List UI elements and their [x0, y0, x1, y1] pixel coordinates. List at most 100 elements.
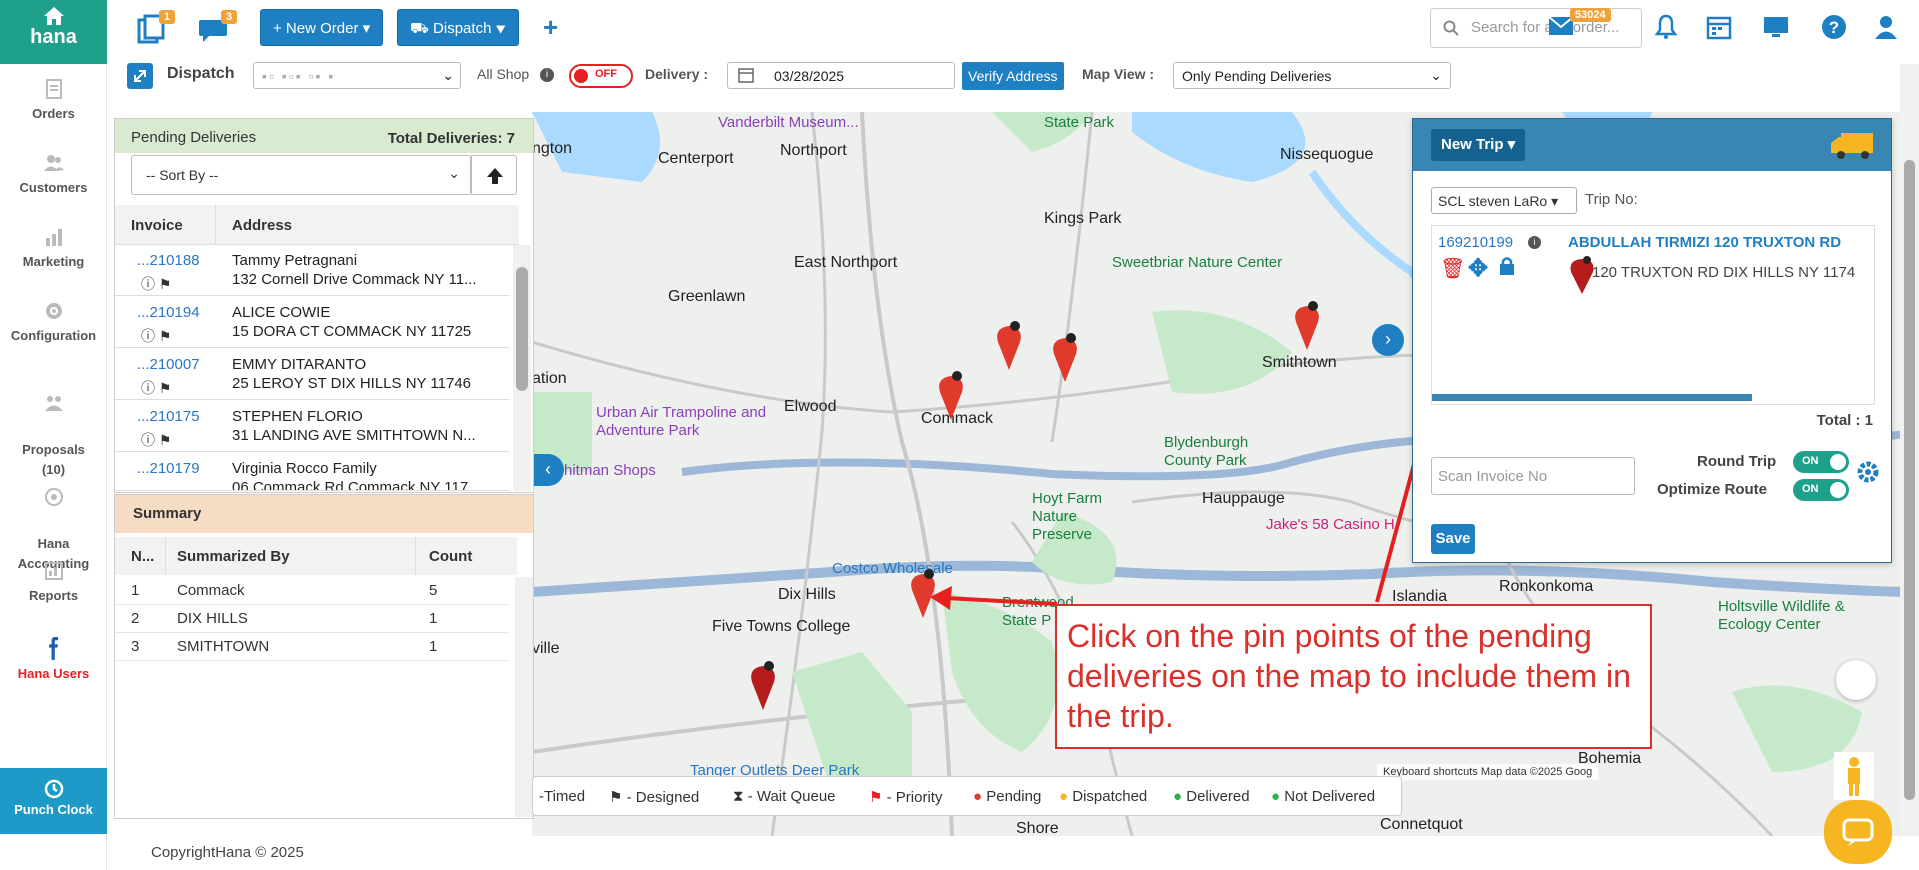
- table-scrollbar[interactable]: [513, 245, 531, 491]
- legend-designed-label: - Designed: [626, 789, 700, 806]
- sidebar-item-label: Configuration: [10, 328, 97, 343]
- map-view-select[interactable]: Only Pending Deliveries ⌄: [1173, 62, 1451, 89]
- col-invoice: Invoice: [131, 217, 183, 234]
- shop-select[interactable]: ▪▫ ▪▫▪ ▫▪ ▪ ⌄: [253, 62, 461, 89]
- lock-icon[interactable]: [1498, 256, 1516, 276]
- summary-scrollbar[interactable]: [515, 577, 533, 817]
- summary-count: 1: [429, 638, 438, 655]
- scrollbar-thumb[interactable]: [516, 267, 528, 391]
- info-icon[interactable]: i: [1528, 236, 1541, 249]
- save-button[interactable]: Save: [1431, 524, 1475, 554]
- sidebar-item-hana-users[interactable]: Hana Users: [0, 632, 107, 681]
- table-row[interactable]: ...210194 ⓘ ⚑ ALICE COWIE 15 DORA CT COM…: [115, 297, 509, 348]
- legend-delivered-label: Delivered: [1186, 788, 1250, 805]
- punch-clock-button[interactable]: Punch Clock: [0, 768, 107, 834]
- new-order-button[interactable]: + New Order ▾: [260, 9, 384, 46]
- col-count: Count: [429, 548, 473, 565]
- all-shop-label: All Shop: [477, 66, 530, 82]
- sidebar-item-proposals[interactable]: Proposals (10): [0, 372, 107, 480]
- column-divider: [415, 537, 416, 575]
- legend-priority-label: - Priority: [886, 789, 943, 806]
- round-trip-toggle[interactable]: ON: [1793, 451, 1849, 473]
- expand-button[interactable]: [127, 63, 153, 89]
- messages-button[interactable]: 3: [197, 10, 238, 47]
- driver-select[interactable]: SCL steven LaRo ▾: [1431, 187, 1577, 214]
- customers-icon: [43, 155, 64, 171]
- invoice-link[interactable]: ...210175: [137, 408, 200, 425]
- mail-button[interactable]: 53024: [1548, 8, 1611, 39]
- orders-stack-button[interactable]: 1: [137, 10, 176, 47]
- table-row[interactable]: ...210175 ⓘ ⚑ STEPHEN FLORIO 31 LANDING …: [115, 401, 509, 452]
- verify-address-button[interactable]: Verify Address: [962, 62, 1064, 90]
- sort-by-select[interactable]: -- Sort By -- ⌄: [131, 155, 471, 195]
- street-view-button[interactable]: [1834, 752, 1874, 800]
- table-header: Invoice Address: [115, 205, 519, 245]
- optimize-route-toggle[interactable]: ON: [1793, 479, 1849, 501]
- col-address: Address: [232, 217, 293, 234]
- flag-icon: ⚑: [869, 789, 883, 806]
- new-trip-button[interactable]: New Trip ▾: [1431, 129, 1526, 161]
- pin-icon: ●: [1059, 788, 1069, 805]
- user-icon[interactable]: [1873, 14, 1899, 40]
- calendar-icon[interactable]: [1706, 14, 1732, 40]
- bell-icon[interactable]: [1653, 14, 1679, 40]
- invoice-link[interactable]: ...210194: [137, 304, 200, 321]
- collapse-trip-button[interactable]: ›: [1372, 324, 1404, 356]
- sidebar-item-configuration[interactable]: Configuration: [0, 300, 107, 343]
- hana-logo[interactable]: hana: [0, 0, 107, 64]
- invoice-link[interactable]: ...210188: [137, 252, 200, 269]
- clock-icon: [44, 779, 63, 799]
- sidebar-item-label: Hana Users: [17, 666, 90, 681]
- trip-no-label: Trip No:: [1585, 191, 1638, 208]
- chat-widget-button[interactable]: [1824, 800, 1892, 864]
- sidebar-item-label: Marketing: [22, 254, 85, 269]
- all-shop-toggle[interactable]: OFF: [569, 64, 633, 88]
- sidebar-item-reports[interactable]: Reports: [0, 560, 107, 603]
- dispatch-button[interactable]: ⛟ Dispatch ▾: [397, 9, 519, 46]
- sort-direction-button[interactable]: [471, 155, 517, 195]
- trip-panel: New Trip ▾ SCL steven LaRo ▾ Trip No: 16…: [1412, 118, 1892, 563]
- customer-name: Virginia Rocco Family: [232, 460, 377, 477]
- monitor-icon[interactable]: [1763, 14, 1789, 40]
- map-recenter-button[interactable]: [1836, 660, 1876, 700]
- table-row[interactable]: ...210179 Virginia Rocco Family 06 Comma…: [115, 453, 509, 491]
- page-scrollbar[interactable]: [1900, 64, 1919, 836]
- arrow-up-icon: [487, 168, 503, 184]
- orders-badge: 1: [159, 10, 176, 24]
- sidebar-item-marketing[interactable]: Marketing: [0, 226, 107, 269]
- trash-icon[interactable]: 🗑: [1440, 256, 1465, 281]
- add-tab-button[interactable]: +: [543, 12, 558, 43]
- info-icon[interactable]: i: [540, 68, 554, 82]
- col-summarized-by: Summarized By: [177, 548, 290, 565]
- round-trip-label: Round Trip: [1697, 453, 1777, 470]
- trip-stops: 169210199 i ABDULLAH TIRMIZI 120 TRUXTON…: [1431, 225, 1875, 405]
- table-row[interactable]: ...210188 ⓘ ⚑ Tammy Petragnani 132 Corne…: [115, 245, 509, 296]
- dispatch-toolbar: Dispatch ▪▫ ▪▫▪ ▫▪ ▪ ⌄ All Shop i OFF De…: [107, 56, 1919, 96]
- help-icon[interactable]: ?: [1821, 14, 1847, 40]
- top-bar: 1 3 + New Order ▾ ⛟ Dispatch ▾ + Search …: [107, 0, 1919, 56]
- col-n: N...: [131, 548, 155, 565]
- delivery-date-input[interactable]: 03/28/2025: [727, 62, 955, 89]
- customer-address: 15 DORA CT COMMACK NY 11725: [232, 323, 472, 340]
- chat-icon: [1842, 818, 1874, 846]
- page-scrollbar-thumb[interactable]: [1904, 160, 1915, 800]
- collapse-list-button[interactable]: ‹: [532, 454, 564, 486]
- gear-icon[interactable]: [1855, 459, 1881, 485]
- scan-invoice-input[interactable]: Scan Invoice No: [1431, 457, 1635, 495]
- legend-pending-label: Pending: [986, 788, 1042, 805]
- trip-customer-name: ABDULLAH TIRMIZI 120 TRUXTON RD: [1568, 234, 1842, 251]
- invoice-link[interactable]: ...210007: [137, 356, 200, 373]
- pending-title: Pending Deliveries: [131, 129, 257, 146]
- sidebar-item-accounting[interactable]: Hana Accounting: [0, 466, 107, 574]
- total-deliveries: Total Deliveries: 7: [387, 130, 515, 147]
- trip-invoice-link[interactable]: 169210199: [1438, 234, 1513, 251]
- sidebar-item-customers[interactable]: Customers: [0, 152, 107, 195]
- table-row[interactable]: ...210007 ⓘ ⚑ EMMY DITARANTO 25 LEROY ST…: [115, 349, 509, 400]
- pending-header: Pending Deliveries Total Deliveries: 7: [115, 119, 533, 153]
- move-icon[interactable]: ✥: [1468, 254, 1488, 283]
- invoice-link[interactable]: ...210179: [137, 460, 200, 477]
- pin-icon: ●: [1271, 788, 1281, 805]
- row-icons: ⓘ ⚑: [141, 380, 172, 396]
- sidebar-item-orders[interactable]: Orders: [0, 78, 107, 121]
- summary-panel: Summary N... Summarized By Count 1 Comma…: [114, 494, 534, 819]
